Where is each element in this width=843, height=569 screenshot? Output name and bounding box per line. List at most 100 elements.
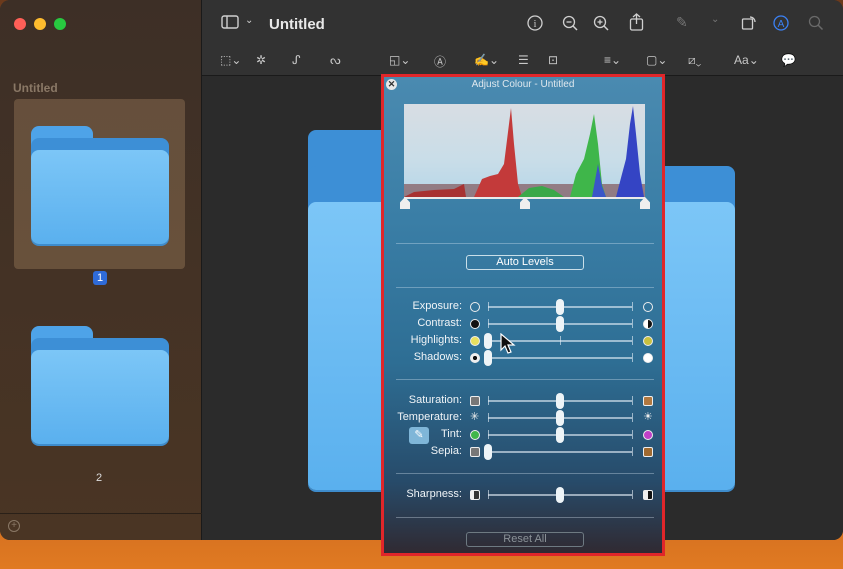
saturation-low-icon [470, 396, 480, 406]
contrast-label: Contrast: [417, 317, 462, 329]
tint-label: Tint: [441, 428, 462, 440]
temperature-slider-knob[interactable] [556, 410, 564, 426]
highlights-slider-knob[interactable] [484, 333, 492, 349]
divider [396, 517, 654, 518]
sepia-label: Sepia: [430, 445, 462, 457]
adjust-size-icon[interactable]: ⊡ [548, 53, 558, 67]
tint-green-icon [470, 430, 480, 440]
sidebar-toggle-icon[interactable] [221, 15, 239, 32]
exposure-slider-knob[interactable] [556, 299, 564, 315]
sidebar-document-title: Untitled [13, 81, 58, 95]
shadows-label: Shadows: [413, 351, 462, 363]
shadows-slider-row: Shadows: [384, 350, 662, 366]
svg-text:i: i [534, 19, 537, 30]
sharpness-slider-row: Sharpness: [384, 487, 662, 503]
contrast-slider-row: Contrast: [384, 316, 662, 332]
warm-sun-icon: ☀ [643, 411, 653, 423]
fill-color-icon[interactable]: ⧄⌄ [688, 53, 701, 68]
contrast-slider-knob[interactable] [556, 316, 564, 332]
sepia-high-icon [643, 447, 653, 457]
zoom-out-icon[interactable] [562, 15, 579, 35]
divider [396, 473, 654, 474]
page-thumbnail-2-folder-icon[interactable] [31, 326, 169, 444]
border-color-icon[interactable]: ▢⌄ [646, 53, 667, 67]
sharpness-low-icon [470, 490, 480, 500]
toolbar: ⌄ Untitled i ✎ ⌄ A ⬚⌄ ✲ ᔑ ᔓ ◱⌄ Ⓐ ✍⌄ ☰ ⊡ … [202, 0, 843, 76]
window-title: Untitled [269, 16, 325, 33]
divider [396, 287, 654, 288]
contrast-low-icon [470, 319, 480, 329]
highlight-chevron-icon[interactable]: ⌄ [711, 14, 719, 25]
sharpness-slider-knob[interactable] [556, 487, 564, 503]
line-style-icon[interactable]: ≡⌄ [604, 53, 621, 67]
sharpness-high-icon [643, 490, 653, 500]
sidebar-divider [0, 513, 202, 514]
instant-alpha-icon[interactable]: ✲ [256, 53, 266, 67]
markup-toolbar: ⬚⌄ ✲ ᔑ ᔓ ◱⌄ Ⓐ ✍⌄ ☰ ⊡ ≡⌄ ▢⌄ ⧄⌄ Aa⌄ 💬 [202, 53, 843, 73]
sidebar: Untitled 1 2 + [0, 0, 202, 540]
eyedropper-icon[interactable]: ✎ [409, 427, 429, 444]
shadows-slider[interactable] [488, 357, 632, 359]
page-number-1: 1 [93, 271, 108, 285]
highlights-low-icon [470, 336, 480, 346]
rotate-icon[interactable] [741, 14, 757, 33]
shadows-low-icon [470, 353, 480, 363]
temperature-label: Temperature: [397, 411, 462, 423]
saturation-slider-knob[interactable] [556, 393, 564, 409]
sepia-slider[interactable] [488, 451, 632, 453]
chevron-down-icon[interactable]: ⌄ [245, 15, 253, 26]
highlights-slider-row: Highlights: [384, 333, 662, 349]
share-icon[interactable] [629, 13, 644, 34]
sign-icon[interactable]: ✍⌄ [474, 53, 499, 67]
highlights-label: Highlights: [410, 334, 462, 346]
notes-icon[interactable]: 💬 [781, 53, 796, 67]
zoom-window-button[interactable] [54, 18, 66, 30]
saturation-slider-row: Saturation: [384, 393, 662, 409]
temperature-slider-row: Temperature: ✳ ☀ [384, 410, 662, 426]
markup-icon[interactable]: A [773, 15, 789, 34]
sharpness-label: Sharpness: [406, 488, 462, 500]
shapes-icon[interactable]: ◱⌄ [389, 53, 410, 67]
svg-text:A: A [778, 19, 785, 30]
shadows-high-icon [643, 353, 653, 363]
shadows-slider-knob[interactable] [484, 350, 492, 366]
histogram-graph [404, 106, 645, 197]
divider [396, 243, 654, 244]
levels-histogram [404, 104, 645, 197]
saturation-label: Saturation: [408, 394, 462, 406]
highlight-pen-icon[interactable]: ✎ [676, 14, 688, 31]
page-number-2: 2 [96, 472, 103, 484]
exposure-low-icon [470, 302, 480, 312]
saturation-high-icon [643, 396, 653, 406]
close-window-button[interactable] [14, 18, 26, 30]
exposure-slider-row: Exposure: [384, 299, 662, 315]
text-style-label: Aa [734, 53, 749, 67]
exposure-label: Exposure: [412, 300, 462, 312]
sepia-slider-knob[interactable] [484, 444, 492, 460]
sepia-low-icon [470, 447, 480, 457]
cold-sun-icon: ✳ [470, 411, 480, 423]
minimize-window-button[interactable] [34, 18, 46, 30]
sepia-slider-row: Sepia: [384, 444, 662, 460]
reset-all-button[interactable]: Reset All [466, 532, 584, 547]
adjust-colour-panel: ✕ Adjust Colour - Untitled Auto Levels E… [381, 74, 665, 556]
contrast-high-icon [643, 319, 653, 329]
page-thumbnail-1-folder-icon[interactable] [31, 126, 169, 244]
draw-icon[interactable]: ᔓ [330, 53, 341, 67]
plus-circle-icon[interactable]: + [8, 520, 20, 532]
text-box-icon[interactable]: Ⓐ [434, 53, 446, 70]
info-icon[interactable]: i [527, 15, 543, 34]
text-style-button[interactable]: Aa⌄ [734, 53, 759, 67]
rect-select-icon[interactable]: ⬚⌄ [220, 53, 241, 67]
traffic-lights [14, 18, 66, 30]
tint-slider-knob[interactable] [556, 427, 564, 443]
divider [396, 379, 654, 380]
panel-title: Adjust Colour - Untitled [471, 79, 575, 90]
zoom-in-icon[interactable] [593, 15, 610, 35]
adjust-color-icon[interactable]: ☰ [518, 53, 529, 67]
sketch-icon[interactable]: ᔑ [292, 53, 301, 67]
search-icon[interactable] [808, 15, 824, 34]
highlights-high-icon [643, 336, 653, 346]
tint-magenta-icon [643, 430, 653, 440]
auto-levels-button[interactable]: Auto Levels [466, 255, 584, 270]
